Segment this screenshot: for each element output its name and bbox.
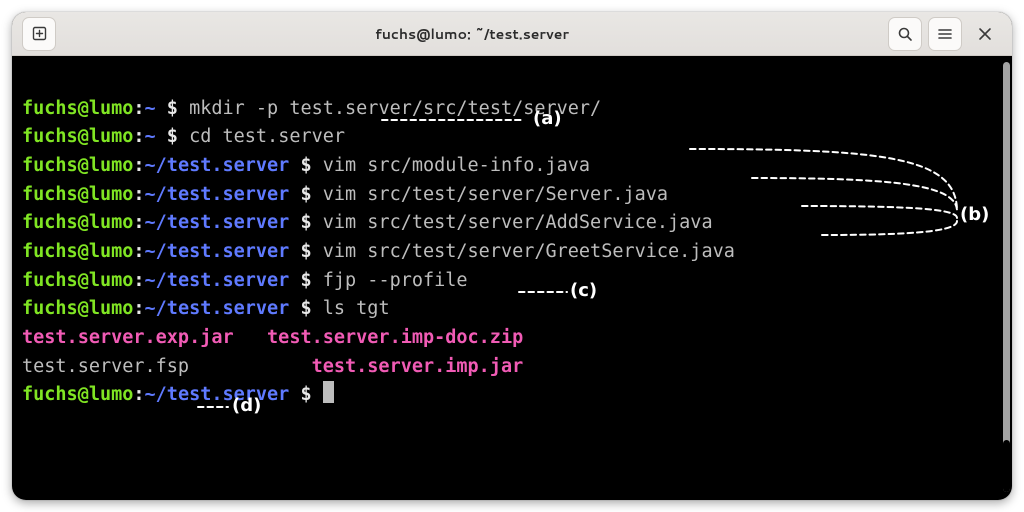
term-line: fuchs@lumo:~/test.server $ vim src/test/…	[22, 184, 668, 205]
term-line: fuchs@lumo:~ $ mkdir -p test.server/src/…	[22, 98, 601, 119]
terminal-window: fuchs@lumo: ~/test.server fuchs@lumo:~ $…	[12, 12, 1012, 500]
hamburger-icon	[937, 26, 953, 42]
annotation-c: (c)	[570, 280, 597, 301]
term-line: test.server.exp.jar test.server.imp-doc.…	[22, 327, 523, 348]
search-icon	[897, 26, 913, 42]
close-icon	[978, 27, 992, 41]
term-line: fuchs@lumo:~/test.server $ vim src/modul…	[22, 155, 590, 176]
annotation-d: (d)	[232, 395, 261, 416]
menu-button[interactable]	[928, 17, 962, 51]
terminal-cursor	[323, 381, 334, 403]
term-line: fuchs@lumo:~/test.server $ vim src/test/…	[22, 212, 713, 233]
window-titlebar: fuchs@lumo: ~/test.server	[12, 12, 1012, 56]
terminal-viewport[interactable]: fuchs@lumo:~ $ mkdir -p test.server/src/…	[12, 56, 1012, 500]
close-button[interactable]	[968, 18, 1002, 50]
annotation-a: (a)	[533, 108, 562, 129]
term-line: fuchs@lumo:~/test.server $ ls tgt	[22, 298, 390, 319]
term-line: fuchs@lumo:~ $ cd test.server	[22, 126, 345, 147]
search-button[interactable]	[888, 17, 922, 51]
terminal-scrollbar[interactable]	[1003, 62, 1010, 492]
terminal-output[interactable]: fuchs@lumo:~ $ mkdir -p test.server/src/…	[12, 56, 1002, 500]
annotation-b: (b)	[960, 204, 989, 225]
term-line: test.server.fsp test.server.imp.jar	[22, 356, 523, 377]
window-title: fuchs@lumo: ~/test.server	[56, 24, 888, 44]
term-line: fuchs@lumo:~/test.server $ fjp --profile	[22, 270, 468, 291]
term-line: fuchs@lumo:~/test.server $	[22, 384, 334, 405]
term-line: fuchs@lumo:~/test.server $ vim src/test/…	[22, 241, 735, 262]
new-tab-button[interactable]	[22, 17, 56, 51]
